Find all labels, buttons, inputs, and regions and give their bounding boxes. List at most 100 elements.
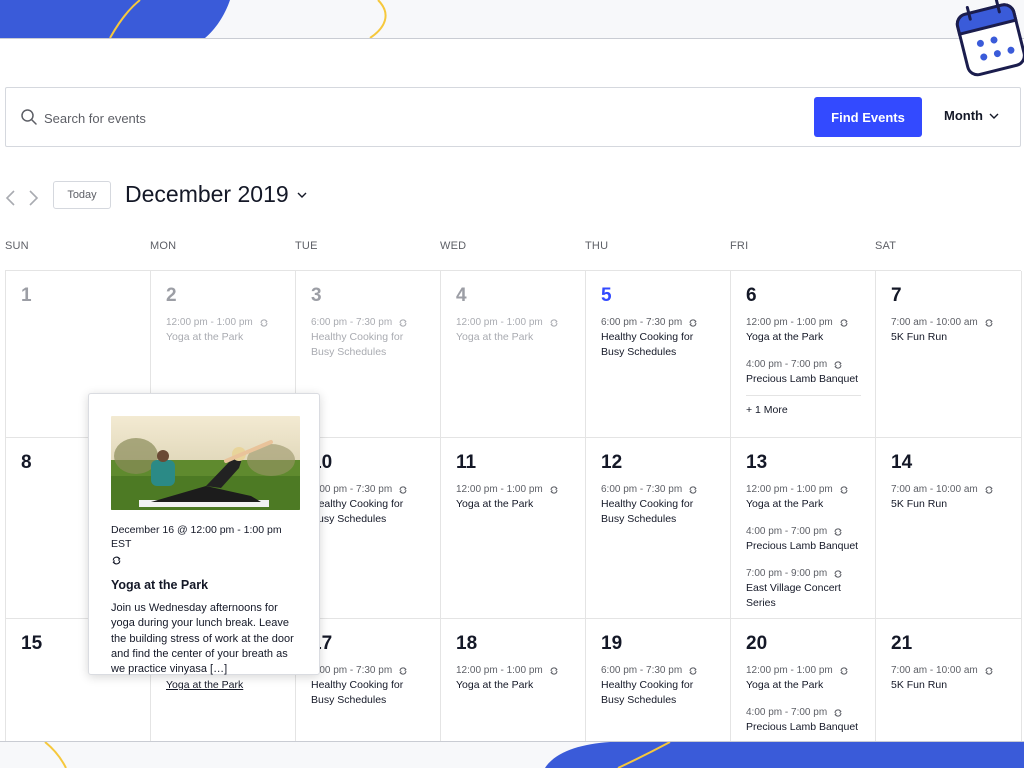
event-title[interactable]: Yoga at the Park [746,330,860,345]
calendar-event[interactable]: 6:00 pm - 7:30 pm Healthy Cooking for Bus… [601,484,715,527]
calendar-day-cell[interactable]: 6 12:00 pm - 1:00 pm Yoga at the Park 4:00 … [731,271,876,438]
event-title[interactable]: Precious Lamb Banquet [746,372,860,387]
event-title[interactable]: Precious Lamb Banquet [746,539,860,554]
calendar-event[interactable]: 12:00 pm - 1:00 pm Yoga at the Park [746,665,860,693]
day-number[interactable]: 4 [456,285,570,307]
calendar-event[interactable]: 7:00 am - 10:00 am 5K Fun Run [891,665,1006,693]
calendar-event[interactable]: 6:00 pm - 7:30 pm Healthy Cooking for Bus… [601,317,715,360]
calendar-event[interactable]: 7:00 am - 10:00 am 5K Fun Run [891,317,1006,345]
weekday-label: WED [440,240,467,252]
previous-month-icon[interactable] [4,189,18,207]
today-button[interactable]: Today [53,181,111,209]
event-time: 4:00 pm - 7:00 pm [746,359,860,371]
day-number[interactable]: 1 [21,285,135,307]
next-month-icon[interactable] [26,189,40,207]
day-number[interactable]: 5 [601,285,715,307]
event-title[interactable]: Healthy Cooking for Busy Schedules [601,497,715,527]
recurring-icon [260,319,268,327]
calendar-day-cell[interactable]: 7 7:00 am - 10:00 am 5K Fun Run [876,271,1022,438]
calendar-event[interactable]: 6:00 pm - 7:30 pm Healthy Cooking for Bus… [311,317,425,360]
event-title[interactable]: Yoga at the Park [746,497,860,512]
decorative-background-top [0,0,1024,38]
calendar-event[interactable]: 4:00 pm - 7:00 pm Precious Lamb Banquet [746,707,860,735]
day-number[interactable]: 12 [601,452,715,474]
event-time: 12:00 pm - 1:00 pm [456,665,570,677]
event-title[interactable]: 5K Fun Run [891,330,1006,345]
day-number[interactable]: 7 [891,285,1006,307]
recurring-icon [689,319,697,327]
calendar-event[interactable]: 12:00 pm - 1:00 pm Yoga at the Park [456,665,570,693]
event-title[interactable]: 5K Fun Run [891,678,1006,693]
calendar-event[interactable]: 4:00 pm - 7:00 pm Precious Lamb Banquet [746,526,860,554]
calendar-day-cell[interactable]: 20 12:00 pm - 1:00 pm Yoga at the Park 4:00… [731,619,876,741]
calendar-event[interactable]: 6:00 pm - 7:30 pm Healthy Cooking for Bus… [311,484,425,527]
calendar-event[interactable]: 12:00 pm - 1:00 pm Yoga at the Park [746,317,860,345]
day-number[interactable]: 10 [311,452,425,474]
calendar-event[interactable]: 6:00 pm - 7:30 pm Healthy Cooking for Bus… [601,665,715,708]
event-time: 6:00 pm - 7:30 pm [601,317,715,329]
more-events-link[interactable]: + 1 More [746,395,861,416]
day-number[interactable]: 2 [166,285,280,307]
calendar-event[interactable]: 7:00 pm - 9:00 pm East Village Concert Se… [746,568,860,611]
calendar-event[interactable]: 12:00 pm - 1:00 pm Yoga at the Park [746,484,860,512]
event-title[interactable]: Healthy Cooking for Busy Schedules [601,330,715,360]
calendar-day-cell[interactable]: 19 6:00 pm - 7:30 pm Healthy Cooking for B… [586,619,731,741]
event-title[interactable]: Healthy Cooking for Busy Schedules [311,678,425,708]
day-number[interactable]: 6 [746,285,860,307]
calendar-event[interactable]: 4:00 pm - 7:00 pm Precious Lamb Banquet [746,359,860,387]
weekday-label: TUE [295,240,318,252]
calendar-event[interactable]: 7:00 am - 10:00 am 5K Fun Run [891,484,1006,512]
day-number[interactable]: 11 [456,452,570,474]
event-title[interactable]: Healthy Cooking for Busy Schedules [601,678,715,708]
event-time: 6:00 pm - 7:30 pm [311,484,425,496]
calendar-day-cell[interactable]: 21 7:00 am - 10:00 am 5K Fun Run [876,619,1022,741]
calendar-event[interactable]: 6:00 pm - 7:30 pm Healthy Cooking for Bus… [311,665,425,708]
event-title[interactable]: Yoga at the Park [166,330,280,345]
find-events-button[interactable]: Find Events [814,97,922,137]
month-navigation: Today December 2019 [0,180,1024,216]
chevron-down-icon [989,113,999,119]
day-number[interactable]: 14 [891,452,1006,474]
calendar-event[interactable]: 12:00 pm - 1:00 pm Yoga at the Park [456,317,570,345]
event-title[interactable]: Precious Lamb Banquet [746,720,860,735]
event-title[interactable]: East Village Concert Series [746,581,860,611]
event-time: 12:00 pm - 1:00 pm [456,317,570,329]
view-selector-label: Month [944,108,983,123]
day-number[interactable]: 17 [311,633,425,655]
calendar-day-cell[interactable]: 12 6:00 pm - 7:30 pm Healthy Cooking for B… [586,438,731,619]
calendar-day-cell[interactable]: 5 6:00 pm - 7:30 pm Healthy Cooking for Bu… [586,271,731,438]
recurring-icon [112,556,121,565]
view-selector[interactable]: Month [944,108,999,123]
event-time: 7:00 am - 10:00 am [891,484,1006,496]
event-time-text: 6:00 pm - 7:30 pm [311,665,393,676]
day-number[interactable]: 13 [746,452,860,474]
calendar-day-cell[interactable]: 13 12:00 pm - 1:00 pm Yoga at the Park 4:00… [731,438,876,619]
day-number[interactable]: 21 [891,633,1006,655]
calendar-event[interactable]: 12:00 pm - 1:00 pm Yoga at the Park [166,317,280,345]
day-number[interactable]: 3 [311,285,425,307]
calendar-day-cell[interactable]: 18 12:00 pm - 1:00 pm Yoga at the Park [441,619,586,741]
event-title[interactable]: Healthy Cooking for Busy Schedules [311,497,425,527]
event-title[interactable]: Yoga at the Park [746,678,860,693]
calendar-day-cell[interactable]: 14 7:00 am - 10:00 am 5K Fun Run [876,438,1022,619]
recurring-icon [689,667,697,675]
event-title[interactable]: Healthy Cooking for Busy Schedules [311,330,425,360]
month-picker[interactable]: December 2019 [125,181,307,208]
calendar-day-cell[interactable]: 11 12:00 pm - 1:00 pm Yoga at the Park [441,438,586,619]
day-number[interactable]: 20 [746,633,860,655]
event-title-link[interactable]: Yoga at the Park [166,679,243,691]
tooltip-title[interactable]: Yoga at the Park [111,578,298,592]
event-title[interactable]: Yoga at the Park [456,497,570,512]
event-title[interactable]: 5K Fun Run [891,497,1006,512]
event-search-bar: Find Events Month [5,87,1021,147]
event-title[interactable]: Yoga at the Park [166,678,280,693]
event-time-text: 12:00 pm - 1:00 pm [456,317,543,328]
search-input[interactable] [44,102,744,134]
calendar-event[interactable]: 12:00 pm - 1:00 pm Yoga at the Park [456,484,570,512]
event-title[interactable]: Yoga at the Park [456,330,570,345]
event-title[interactable]: Yoga at the Park [456,678,570,693]
calendar-day-cell[interactable]: 4 12:00 pm - 1:00 pm Yoga at the Park [441,271,586,438]
day-number[interactable]: 18 [456,633,570,655]
event-time: 12:00 pm - 1:00 pm [746,665,860,677]
day-number[interactable]: 19 [601,633,715,655]
